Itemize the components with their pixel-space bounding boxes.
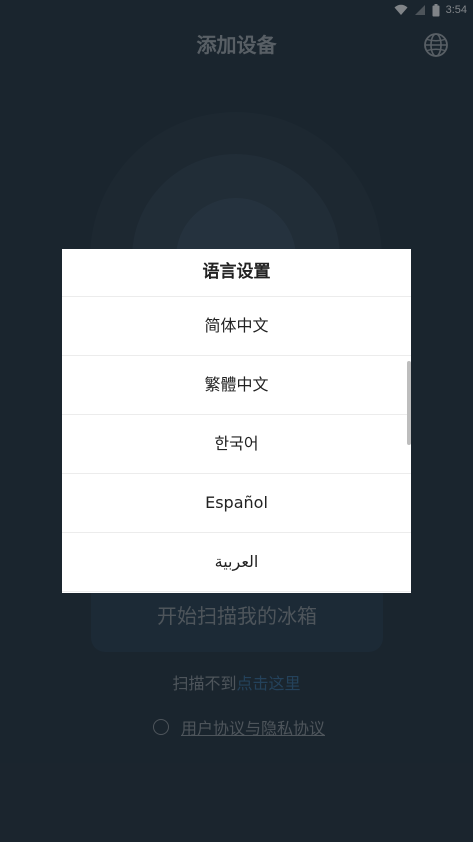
language-dialog: 语言设置 简体中文 繁體中文 한국어 Español العربية: [62, 249, 411, 593]
language-option-es[interactable]: Español: [62, 474, 411, 533]
dialog-title: 语言设置: [62, 249, 411, 297]
language-option-zh-hans[interactable]: 简体中文: [62, 297, 411, 356]
language-list[interactable]: 简体中文 繁體中文 한국어 Español العربية: [62, 297, 411, 593]
language-option-ar[interactable]: العربية: [62, 533, 411, 592]
language-option-zh-hant[interactable]: 繁體中文: [62, 356, 411, 415]
language-option-ko[interactable]: 한국어: [62, 415, 411, 474]
scrollbar-thumb[interactable]: [407, 361, 411, 445]
